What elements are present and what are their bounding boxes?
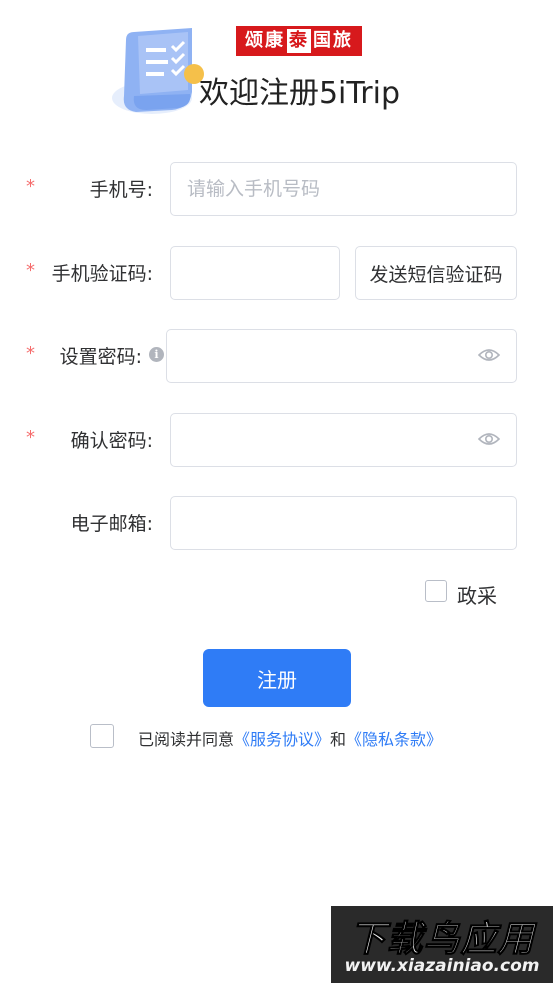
brand-text-left: 颂康 <box>245 30 285 51</box>
service-agreement-link[interactable]: 《服务协议》 <box>234 730 330 749</box>
confirm-password-row: * 确认密码: <box>0 413 553 467</box>
sms-code-label: 手机验证码: <box>51 263 153 285</box>
phone-row: * 手机号: <box>0 162 553 216</box>
page-title: 欢迎注册5iTrip <box>198 76 401 111</box>
brand-text-mid: 泰 <box>287 29 311 53</box>
eye-icon[interactable] <box>478 347 500 363</box>
brand-logo: 颂康泰国旅 <box>236 26 362 56</box>
confirm-password-input[interactable] <box>170 413 517 467</box>
watermark-url: www.xiazainiao.com <box>344 956 540 976</box>
agreement-text: 已阅读并同意《服务协议》和《隐私条款》 <box>138 726 442 750</box>
email-row: 电子邮箱: <box>0 496 553 550</box>
required-mark: * <box>26 427 35 448</box>
agreement-prefix: 已阅读并同意 <box>138 730 235 749</box>
required-mark: * <box>26 260 35 281</box>
password-label: 设置密码: <box>59 346 142 368</box>
password-input[interactable] <box>166 329 517 383</box>
watermark-logo: 下载鸟应用 www.xiazainiao.com <box>331 906 553 983</box>
brand-text-right: 国旅 <box>313 30 353 51</box>
register-page: 颂康泰国旅 欢迎注册5iTrip * 手机号: * 手机验证码: 发送短信验证码… <box>0 0 553 983</box>
agreement-conjunction: 和 <box>330 730 347 749</box>
required-mark: * <box>26 176 35 197</box>
phone-label: 手机号: <box>89 179 153 201</box>
email-input[interactable] <box>170 496 517 550</box>
confirm-password-label: 确认密码: <box>70 430 153 452</box>
privacy-policy-link[interactable]: 《隐私条款》 <box>346 730 442 749</box>
send-sms-code-button[interactable]: 发送短信验证码 <box>355 246 517 300</box>
password-row: * 设置密码: i <box>0 329 553 383</box>
sms-code-input[interactable] <box>170 246 340 300</box>
watermark-main-text: 下载鸟应用 <box>349 919 535 961</box>
agreement-checkbox[interactable] <box>90 724 114 748</box>
policy-checkbox[interactable] <box>425 580 447 602</box>
phone-input[interactable] <box>170 162 517 216</box>
eye-icon[interactable] <box>478 431 500 447</box>
info-icon[interactable]: i <box>149 347 164 362</box>
sms-code-row: * 手机验证码: 发送短信验证码 <box>0 246 553 300</box>
policy-checkbox-label: 政采 <box>457 584 497 608</box>
email-label: 电子邮箱: <box>70 513 153 535</box>
register-button[interactable]: 注册 <box>203 649 351 707</box>
required-mark: * <box>26 343 35 364</box>
